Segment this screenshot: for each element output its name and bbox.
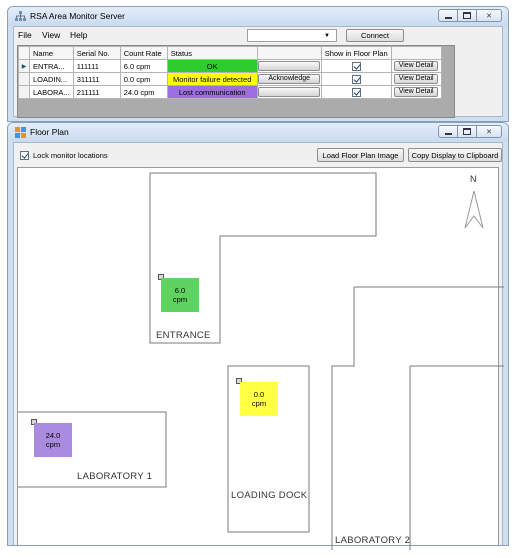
- cell-ack: [256, 85, 322, 99]
- maximize-button[interactable]: [457, 9, 477, 22]
- floor-plan-title: Floor Plan: [30, 127, 69, 137]
- room-label-laboratory-1: LABORATORY 1: [77, 471, 153, 482]
- main-client-area: File View Help ▼ Connect Name Serial No.…: [13, 26, 503, 118]
- cell-count-rate[interactable]: 0.0 cpm: [119, 72, 168, 86]
- cell-detail: View Detail: [390, 72, 442, 86]
- floor-plan-window: Floor Plan ✕ Lock monitor locations Load…: [7, 122, 509, 550]
- acknowledge-button[interactable]: Acknowledge: [258, 74, 321, 84]
- area-monitor-window: RSA Area Monitor Server ✕ File View Help…: [7, 6, 509, 122]
- monitor-grid: Name Serial No. Count Rate Status Show i…: [17, 45, 455, 118]
- monitor-entrance[interactable]: 6.0 cpm: [161, 278, 199, 312]
- monitor-value: 6.0: [174, 286, 186, 295]
- table-row[interactable]: ▶ ENTRA... 111111 6.0 cpm OK View Detail: [18, 59, 442, 73]
- column-header-count-rate[interactable]: Count Rate: [119, 46, 168, 60]
- cell-show: [320, 85, 392, 99]
- floor-plan-canvas[interactable]: N ENTRANCE LOADING DOCK LABORATORY 1 LAB…: [17, 167, 504, 550]
- menu-help[interactable]: Help: [70, 30, 87, 40]
- floor-plan-client-area: Lock monitor locations Load Floor Plan I…: [13, 142, 504, 550]
- current-row-arrow-icon[interactable]: ▶: [18, 59, 30, 73]
- minimize-button[interactable]: [438, 125, 458, 138]
- cell-show: [320, 59, 392, 73]
- monitor-unit: cpm: [172, 295, 188, 304]
- room-label-entrance: ENTRANCE: [156, 330, 211, 341]
- grid-header-row: Name Serial No. Count Rate Status Show i…: [18, 46, 442, 60]
- show-in-floor-plan-checkbox[interactable]: [351, 74, 361, 84]
- copy-to-clipboard-button[interactable]: Copy Display to Clipboard: [408, 148, 502, 162]
- lock-locations-label: Lock monitor locations: [33, 151, 108, 160]
- maximize-icon: [463, 128, 471, 135]
- cell-count-rate[interactable]: 6.0 cpm: [119, 59, 168, 73]
- cell-serial[interactable]: 311111: [72, 72, 121, 86]
- column-header-serial[interactable]: Serial No.: [72, 46, 121, 60]
- connect-button[interactable]: Connect: [346, 29, 404, 42]
- maximize-icon: [463, 12, 471, 19]
- monitor-unit: cpm: [251, 399, 267, 408]
- monitor-unit: cpm: [45, 440, 61, 449]
- monitor-loading-dock[interactable]: 0.0 cpm: [240, 382, 278, 416]
- cell-name[interactable]: LOADIN...: [29, 72, 74, 86]
- menu-bar: File View Help ▼ Connect: [14, 27, 502, 43]
- laboratory-2-room-outline: [331, 286, 504, 550]
- column-header-status[interactable]: Status: [166, 46, 258, 60]
- connection-select[interactable]: ▼: [247, 29, 337, 42]
- dropdown-arrow-icon: ▼: [324, 33, 330, 39]
- view-detail-button[interactable]: View Detail: [394, 87, 439, 97]
- cell-detail: View Detail: [390, 85, 442, 99]
- column-header-detail[interactable]: [390, 46, 442, 60]
- menu-file[interactable]: File: [18, 30, 32, 40]
- cell-ack: Acknowledge: [256, 72, 322, 86]
- load-floor-plan-button[interactable]: Load Floor Plan Image: [317, 148, 404, 162]
- view-detail-button[interactable]: View Detail: [394, 61, 439, 71]
- cell-serial[interactable]: 211111: [72, 85, 121, 99]
- row-header[interactable]: [18, 85, 30, 99]
- cell-status[interactable]: Lost communication: [166, 85, 258, 99]
- acknowledge-button[interactable]: [258, 87, 321, 97]
- close-icon: ✕: [486, 12, 492, 20]
- lock-locations-checkbox[interactable]: [20, 151, 29, 160]
- monitor-value: 0.0: [253, 390, 265, 399]
- cell-detail: View Detail: [390, 59, 442, 73]
- cell-name[interactable]: LABORA...: [29, 85, 74, 99]
- menu-view[interactable]: View: [42, 30, 60, 40]
- floor-plan-icon: [15, 127, 26, 138]
- table-row[interactable]: LABORA... 211111 24.0 cpm Lost communica…: [18, 85, 442, 99]
- close-button[interactable]: ✕: [476, 125, 502, 138]
- cell-serial[interactable]: 111111: [72, 59, 121, 73]
- view-detail-button[interactable]: View Detail: [394, 74, 439, 84]
- close-button[interactable]: ✕: [476, 9, 502, 22]
- floor-plan-toolbar: Lock monitor locations Load Floor Plan I…: [14, 143, 502, 167]
- cell-ack: [256, 59, 322, 73]
- column-header-ack[interactable]: [256, 46, 322, 60]
- main-window-title: RSA Area Monitor Server: [30, 11, 125, 21]
- minimize-icon: [444, 132, 452, 135]
- row-header-corner: [18, 46, 30, 60]
- main-titlebar[interactable]: RSA Area Monitor Server ✕: [8, 7, 508, 26]
- minimize-button[interactable]: [438, 9, 458, 22]
- row-header[interactable]: [18, 72, 30, 86]
- app-network-icon: [15, 11, 26, 21]
- floor-plan-titlebar[interactable]: Floor Plan ✕: [8, 123, 508, 142]
- north-arrow-icon: [464, 190, 484, 229]
- monitor-value: 24.0: [45, 431, 61, 440]
- table-row[interactable]: LOADIN... 311111 0.0 cpm Monitor failure…: [18, 72, 442, 86]
- close-icon: ✕: [486, 128, 492, 136]
- cell-show: [320, 72, 392, 86]
- minimize-icon: [444, 16, 452, 19]
- column-header-show[interactable]: Show in Floor Plan: [320, 46, 392, 60]
- room-label-laboratory-2: LABORATORY 2: [335, 535, 411, 546]
- cell-status[interactable]: Monitor failure detected: [166, 72, 258, 86]
- show-in-floor-plan-checkbox[interactable]: [351, 87, 361, 97]
- cell-count-rate[interactable]: 24.0 cpm: [119, 85, 168, 99]
- maximize-button[interactable]: [457, 125, 477, 138]
- cell-name[interactable]: ENTRA...: [29, 59, 74, 73]
- monitor-laboratory-1[interactable]: 24.0 cpm: [34, 423, 72, 457]
- room-label-loading-dock: LOADING DOCK: [231, 490, 308, 501]
- lock-locations-option[interactable]: Lock monitor locations: [20, 151, 108, 160]
- cell-status[interactable]: OK: [166, 59, 258, 73]
- acknowledge-button[interactable]: [258, 61, 321, 71]
- column-header-name[interactable]: Name: [29, 46, 74, 60]
- show-in-floor-plan-checkbox[interactable]: [351, 61, 361, 71]
- entrance-room-outline: [149, 172, 377, 344]
- north-label: N: [470, 174, 477, 184]
